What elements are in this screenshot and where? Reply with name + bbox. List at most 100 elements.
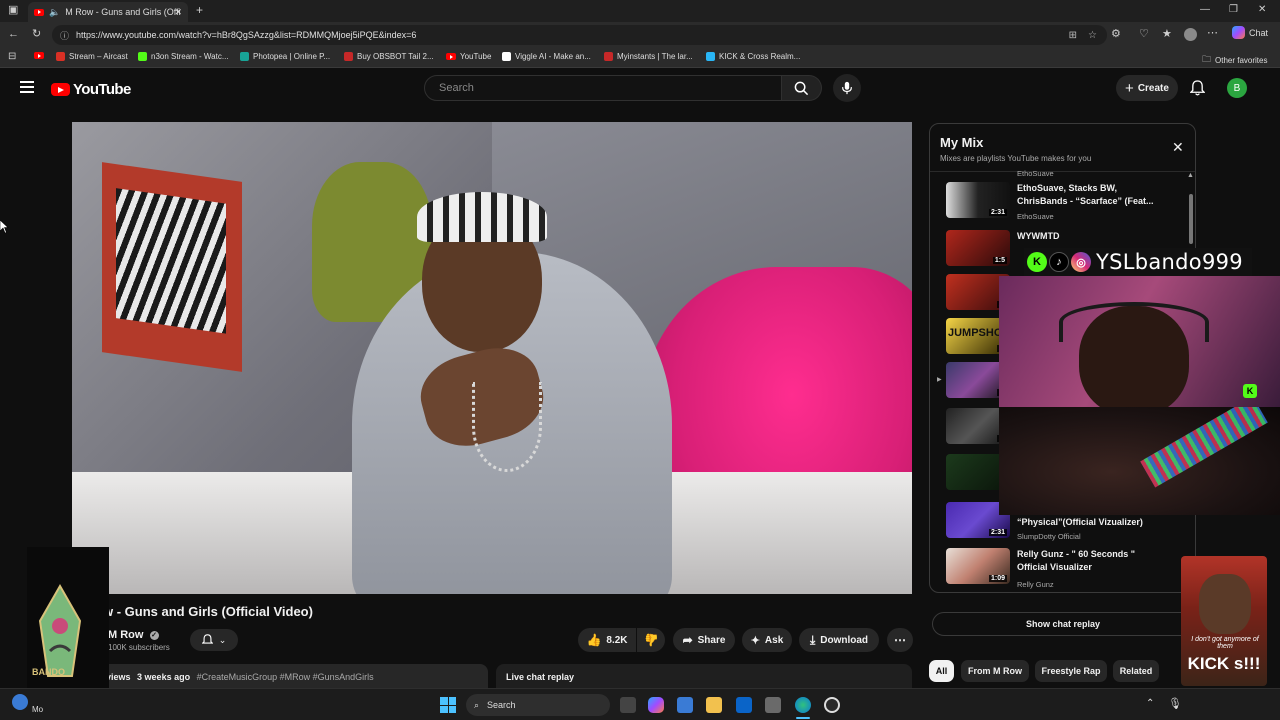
voice-search-button[interactable] — [833, 74, 861, 102]
dislike-button[interactable]: 👍 — [637, 628, 665, 652]
tray-microphone-icon[interactable]: 🎙 — [1168, 697, 1182, 710]
bookmarks-bar: ⊟ Stream – Aircast n3on Stream - Watc...… — [0, 48, 1280, 68]
extensions-icon[interactable]: ⚙ — [1111, 29, 1121, 40]
account-avatar[interactable]: B — [1227, 78, 1247, 98]
edge-browser-icon[interactable] — [795, 697, 811, 713]
app-available-icon[interactable]: ⊞ — [1069, 30, 1077, 41]
favorites-icon[interactable]: ★ — [1162, 29, 1172, 40]
chip-all[interactable]: All — [929, 660, 954, 682]
playlist-item[interactable]: 1:09 Relly Gunz - " 60 Seconds " Officia… — [946, 548, 1186, 589]
search-input[interactable]: Search — [424, 75, 782, 101]
bookmark-4[interactable]: YouTube — [446, 52, 491, 61]
weather-icon[interactable] — [12, 694, 28, 710]
browser-essentials-icon[interactable]: ♡ — [1139, 29, 1149, 40]
copilot-chat-button[interactable]: Chat — [1232, 26, 1268, 39]
speaker-icon[interactable]: 🔈 — [49, 7, 60, 18]
file-explorer-icon[interactable] — [706, 697, 722, 713]
scroll-up-arrow-icon[interactable]: ▲ — [1187, 172, 1194, 179]
minimize-button[interactable]: — — [1200, 5, 1210, 15]
bookmark-label: Viggle AI - Make an... — [515, 52, 591, 61]
more-actions-button[interactable]: ⋯ — [887, 628, 913, 652]
meme-overlay-image: I don't got anymore of them KICK s!!! — [1181, 556, 1267, 686]
striped-beanie-image — [417, 192, 547, 242]
playlist-scrollbar[interactable] — [1189, 194, 1193, 244]
download-button[interactable]: ⤓ Download — [799, 628, 879, 652]
bookmark-favicon-icon — [138, 52, 147, 61]
bookmark-label: n3on Stream - Watc... — [151, 52, 229, 61]
playlist-item[interactable]: 2:31 EthoSuave, Stacks BW, ChrisBands - … — [946, 182, 1186, 222]
search-button[interactable] — [782, 75, 822, 101]
close-icon[interactable]: ✕ — [1172, 139, 1184, 156]
obs-icon[interactable] — [824, 697, 840, 713]
back-icon[interactable]: ← — [8, 29, 19, 40]
playlist-thumbnail: 2:31 — [946, 182, 1010, 218]
share-button[interactable]: ➦ Share — [673, 628, 735, 652]
bookmark-1[interactable]: n3on Stream - Watc... — [138, 52, 229, 61]
restore-button[interactable]: ❐ — [1229, 5, 1238, 15]
description-age: 3 weeks ago — [137, 672, 191, 682]
playlist-thumbnail: 1:5 — [946, 230, 1010, 266]
sparkle-icon: ✦ — [750, 634, 760, 647]
tray-expand-icon[interactable]: ⌃ — [1146, 698, 1154, 709]
profile-avatar[interactable] — [1184, 28, 1197, 41]
collections-icon[interactable]: ⊟ — [8, 52, 16, 62]
bell-icon — [201, 634, 213, 644]
close-tab-icon[interactable]: ✕ — [174, 7, 182, 18]
store-icon[interactable] — [677, 697, 693, 713]
tiktok-logo-icon: ♪ — [1049, 252, 1069, 272]
bookmark-6[interactable]: Myinstants | The lar... — [604, 52, 693, 61]
ask-button[interactable]: ✦ Ask — [742, 628, 792, 652]
folder-icon: 🗀 — [1202, 54, 1212, 64]
new-tab-button[interactable]: + — [196, 4, 203, 16]
bookmark-2[interactable]: Photopea | Online P... — [240, 52, 330, 61]
playlist-item-channel: EthoSuave — [1017, 212, 1054, 221]
live-chat-replay-header[interactable]: Live chat replay — [496, 664, 912, 688]
taskbar-search[interactable]: ⌕ Search — [466, 694, 610, 716]
active-app-indicator — [796, 717, 810, 719]
bookmark-5[interactable]: Viggle AI - Make an... — [502, 52, 591, 61]
subscription-bell-button[interactable]: ⌄ — [190, 629, 238, 651]
url-field[interactable]: ⓘ https://www.youtube.com/watch?v=hBr8Qg… — [52, 25, 1107, 45]
copilot-taskbar-icon[interactable] — [648, 697, 664, 713]
notifications-bell-icon[interactable] — [1189, 80, 1206, 101]
bookmark-0[interactable]: Stream – Aircast — [56, 52, 128, 61]
show-chat-replay-button[interactable]: Show chat replay — [932, 612, 1194, 636]
youtube-play-icon — [51, 83, 70, 96]
chip-from-m-row[interactable]: From M Row — [961, 660, 1029, 682]
kick-badge-icon: K — [1243, 384, 1257, 398]
chain-necklace-image — [472, 382, 542, 472]
task-view-icon[interactable] — [620, 697, 636, 713]
address-bar-row: ← ↻ ⓘ https://www.youtube.com/watch?v=hB… — [0, 22, 1280, 48]
channel-name[interactable]: M Row ✓ — [108, 629, 159, 641]
site-info-icon[interactable]: ⓘ — [60, 29, 69, 42]
favorite-star-icon[interactable]: ☆ — [1088, 30, 1097, 41]
tab-actions-icon[interactable]: ▣ — [8, 5, 18, 16]
bookmark-favicon-icon — [56, 52, 65, 61]
description-hashtags[interactable]: #CreateMusicGroup #MRow #GunsAndGirls — [197, 672, 374, 682]
close-window-button[interactable]: ✕ — [1258, 5, 1266, 15]
browser-tab-active[interactable]: 🔈 M Row - Guns and Girls (Offi ✕ — [28, 2, 188, 22]
bookmark-label: Buy OBSBOT Tail 2... — [357, 52, 434, 61]
thumbnail-text: JUMPSHO — [948, 327, 1003, 339]
app-icon[interactable] — [765, 697, 781, 713]
thumbs-up-icon: 👍 — [586, 633, 602, 647]
bookmark-label: YouTube — [460, 52, 492, 61]
chip-related[interactable]: Related — [1113, 660, 1159, 682]
outlook-icon[interactable] — [736, 697, 752, 713]
bookmark-3[interactable]: Buy OBSBOT Tail 2... — [344, 52, 434, 61]
create-button[interactable]: + Create — [1116, 75, 1178, 101]
like-button[interactable]: 👍 8.2K — [578, 628, 636, 652]
chat-label: Chat — [1249, 27, 1269, 38]
bookmark-7[interactable]: KICK & Cross Realm... — [706, 52, 800, 61]
video-player[interactable] — [72, 122, 912, 594]
other-favorites[interactable]: 🗀 Other favorites — [1202, 52, 1267, 68]
refresh-icon[interactable]: ↻ — [32, 29, 41, 40]
chip-freestyle-rap[interactable]: Freestyle Rap — [1035, 660, 1107, 682]
description-box[interactable]: views 3 weeks ago #CreateMusicGroup #MRo… — [96, 664, 488, 688]
hamburger-menu-icon[interactable] — [20, 81, 34, 93]
bookmark-youtube-icon-only[interactable] — [34, 52, 44, 59]
youtube-logo[interactable]: YouTube — [51, 81, 131, 98]
more-icon[interactable]: ⋯ — [1207, 28, 1218, 39]
duration-badge: 1:5 — [992, 257, 1007, 264]
start-button-icon[interactable] — [440, 697, 456, 713]
